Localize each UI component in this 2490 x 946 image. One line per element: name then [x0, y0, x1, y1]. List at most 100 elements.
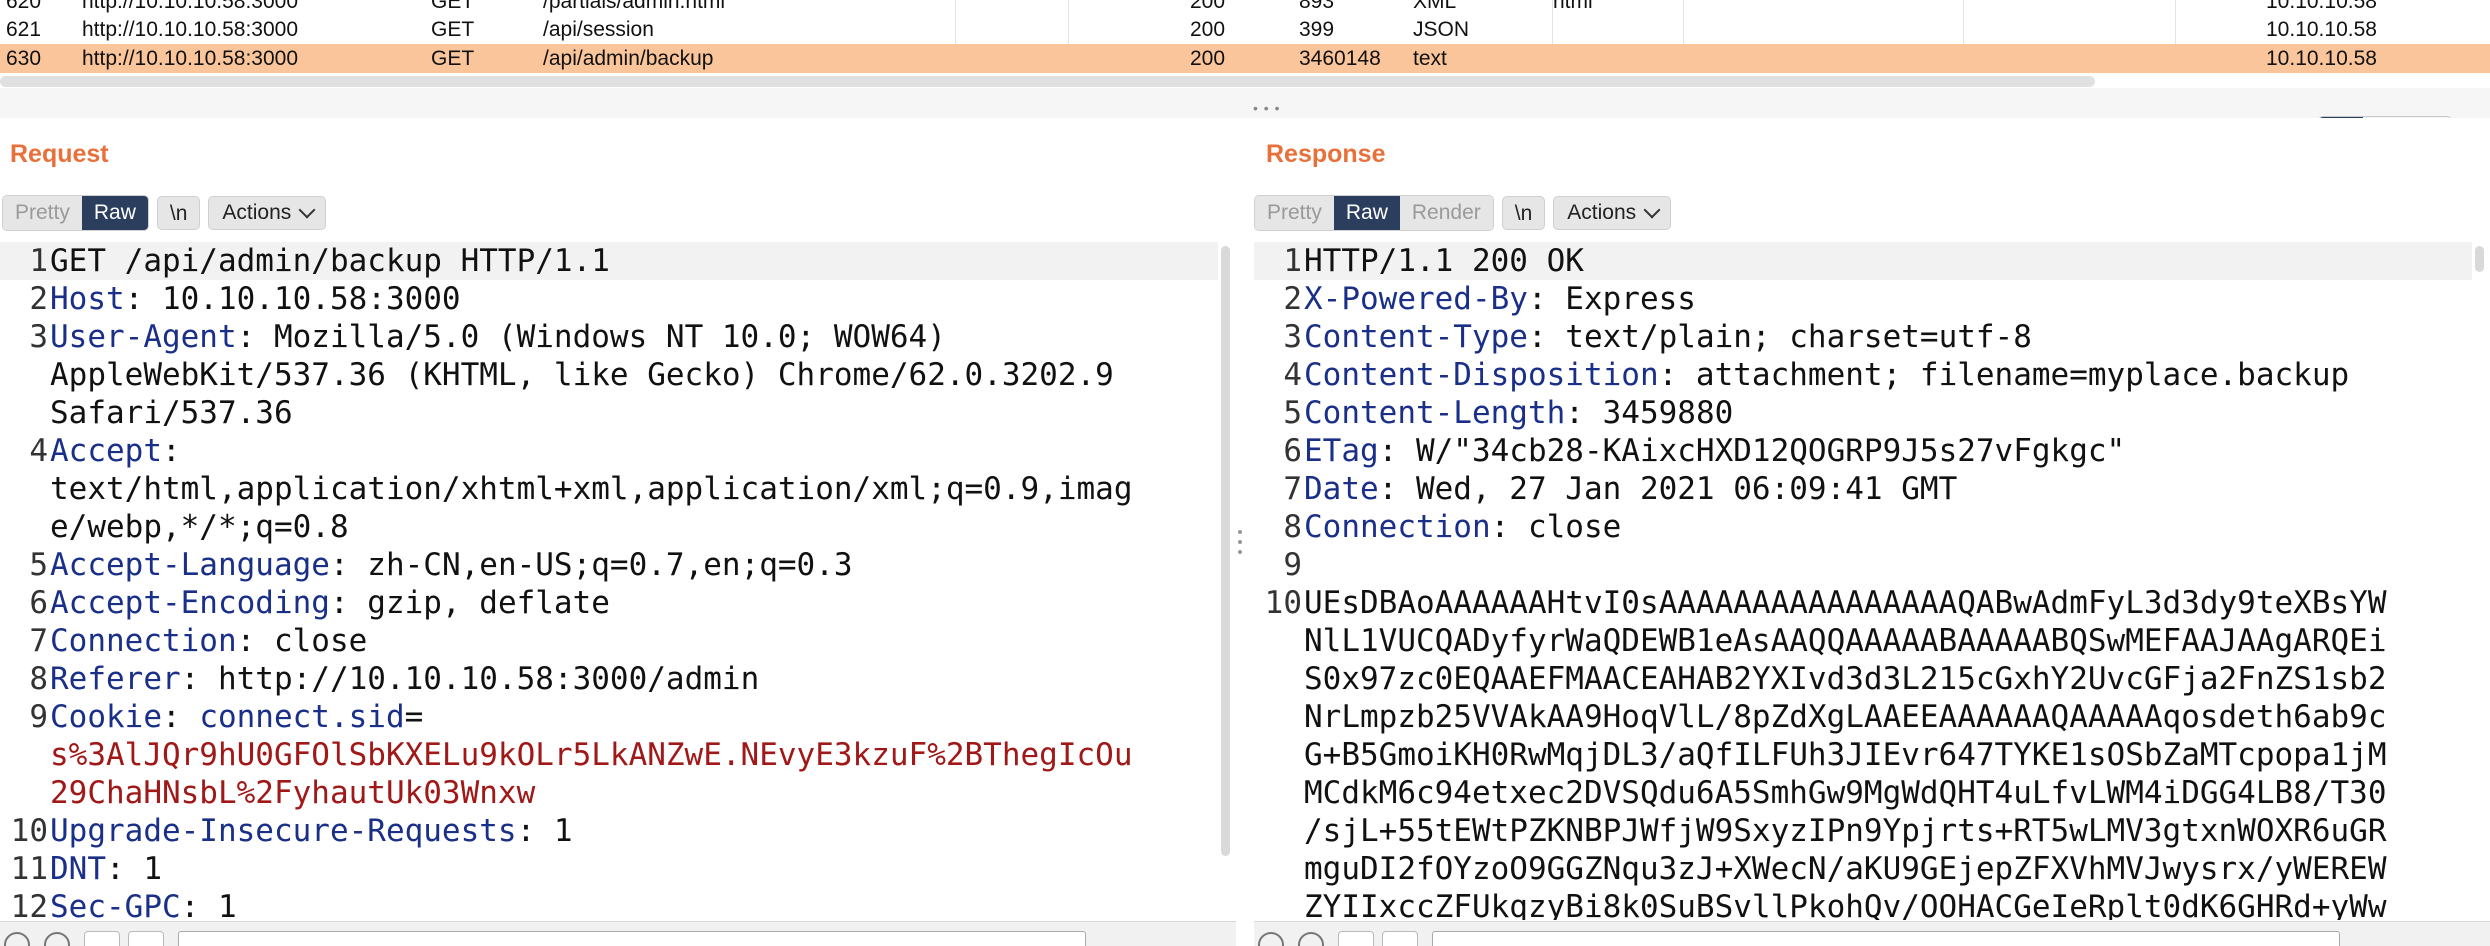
header-name: Connection	[50, 623, 237, 659]
line-content: e/webp,*/*;q=0.8	[50, 508, 349, 546]
line-number	[0, 774, 50, 812]
text-segment: : 3459880	[1565, 395, 1734, 431]
line-content: Upgrade-Insecure-Requests: 1	[50, 812, 573, 850]
header-name: X-Powered-By	[1304, 281, 1528, 317]
text-segment: : 1	[106, 851, 162, 887]
response-title: Response	[1266, 140, 1386, 168]
editor-line: 1 GET /api/admin/backup HTTP/1.1	[0, 242, 1218, 280]
help-icon[interactable]	[4, 932, 30, 946]
splitter-grip-icon[interactable]: • • •	[1253, 100, 1280, 116]
request-search-bar	[0, 921, 1236, 946]
header-name: DNT	[50, 851, 106, 887]
text-segment: : Express	[1527, 281, 1696, 317]
editor-line: 4 Content-Disposition: attachment; filena…	[1254, 356, 2472, 394]
editor-line: 10 UEsDBAoAAAAAAHtvI0sAAAAAAAAAAAAAAAAQAB…	[1254, 584, 2472, 622]
previous-match-button[interactable]	[1338, 931, 1374, 946]
line-number: 6	[29, 585, 48, 621]
cell-length: 399	[1299, 18, 1335, 41]
text-segment: mguDI2fOYzoO9GGZNqu3zJ+XWecN/aKU9GEjepZF…	[1304, 851, 2387, 887]
text-segment: G+B5GmoiKH0RwMqjDL3/aQfILFUh3JIEvr647TYK…	[1304, 737, 2387, 773]
line-number: 5	[1283, 395, 1302, 431]
cell-ip: 10.10.10.58	[2266, 18, 2377, 41]
header-name: Content-Length	[1304, 395, 1566, 431]
tab-pretty[interactable]: Pretty	[1255, 196, 1334, 230]
text-segment: =	[404, 699, 424, 735]
cell-id: 620	[6, 0, 42, 13]
text-segment: : 1	[180, 889, 237, 920]
line-content: X-Powered-By: Express	[1304, 280, 1696, 318]
newline-toggle-button[interactable]: \n	[156, 196, 201, 230]
settings-icon[interactable]	[44, 932, 70, 946]
table-row[interactable]: 620 http://10.10.10.58:3000 GET /partial…	[0, 0, 2490, 16]
tab-render[interactable]: Render	[1399, 196, 1493, 230]
response-editor[interactable]: 1 HTTP/1.1 200 OK 2 X-Powered-By: Express 3 C…	[1254, 242, 2472, 920]
line-content: ETag: W/"34cb28-KAixcHXD12QOGRP9J5s27vFg…	[1304, 432, 2125, 470]
header-name: Accept	[50, 433, 162, 469]
text-segment: text/html,application/xhtml+xml,applicat…	[50, 471, 1133, 507]
text-segment: : close	[236, 623, 368, 659]
previous-match-button[interactable]	[84, 931, 120, 946]
header-name: Accept-Language	[50, 547, 330, 583]
cookie-value: 29ChaHNsbL%2FyhautUk03Wnxw	[50, 775, 536, 811]
line-number: 9	[29, 699, 48, 735]
line-number: 6	[1283, 433, 1302, 469]
response-search-bar	[1254, 921, 2490, 946]
tab-pretty[interactable]: Pretty	[3, 196, 82, 230]
help-icon[interactable]	[1258, 932, 1284, 946]
request-title: Request	[10, 140, 109, 168]
cookie-name: connect.sid	[199, 699, 405, 735]
cell-mime: XML	[1413, 0, 1457, 13]
editor-line: 12 Sec-GPC: 1	[0, 888, 1218, 920]
cell-status: 200	[1190, 18, 1226, 41]
text-segment: UEsDBAoAAAAAAHtvI0sAAAAAAAAAAAAAAAAQABwA…	[1304, 585, 2387, 621]
line-number	[1254, 698, 1304, 736]
tab-raw[interactable]: Raw	[81, 196, 148, 230]
editor-line: Safari/537.36	[0, 394, 1218, 432]
cell-host: http://10.10.10.58:3000	[82, 0, 299, 13]
next-match-button[interactable]	[128, 931, 164, 946]
horizontal-scrollbar[interactable]	[0, 76, 2095, 87]
table-row[interactable]: 621 http://10.10.10.58:3000 GET /api/ses…	[0, 15, 2490, 44]
line-number	[0, 470, 50, 508]
vertical-scrollbar[interactable]	[2475, 246, 2484, 272]
line-content: ZYIIxccZFUkqzyBi8k0SuBSvllPkohQv/OOHACGe…	[1304, 888, 2387, 920]
editor-line: 9 Cookie: connect.sid=	[0, 698, 1218, 736]
request-editor[interactable]: 1 GET /api/admin/backup HTTP/1.1 2 Host: 10…	[0, 242, 1218, 920]
header-name: Date	[1304, 471, 1379, 507]
editor-line: ZYIIxccZFUkqzyBi8k0SuBSvllPkohQv/OOHACGe…	[1254, 888, 2472, 920]
editor-line: /sjL+55tEWtPZKNBPJWfjW9SxyzIPn9Ypjrts+RT…	[1254, 812, 2472, 850]
editor-line: text/html,application/xhtml+xml,applicat…	[0, 470, 1218, 508]
text-segment: : 10.10.10.58:3000	[124, 281, 461, 317]
line-content: 29ChaHNsbL%2FyhautUk03Wnxw	[50, 774, 535, 812]
search-input[interactable]	[1432, 931, 2340, 946]
editor-line: 10 Upgrade-Insecure-Requests: 1	[0, 812, 1218, 850]
search-input[interactable]	[178, 931, 1086, 946]
line-number: 10	[1264, 585, 1302, 621]
actions-dropdown[interactable]: Actions	[208, 196, 327, 230]
header-name: Content-Disposition	[1304, 357, 1659, 393]
line-number: 2	[29, 281, 48, 317]
vertical-splitter-grip-icon[interactable]	[1236, 530, 1244, 560]
next-match-button[interactable]	[1382, 931, 1418, 946]
text-segment: MCdkM6c94etxec2DVSQdu6A5SmhGw9MgWdQHT4uL…	[1304, 775, 2387, 811]
line-content: Connection: close	[1304, 508, 1621, 546]
header-name: Upgrade-Insecure-Requests	[50, 813, 517, 849]
line-content: Referer: http://10.10.10.58:3000/admin	[50, 660, 759, 698]
newline-toggle-button[interactable]: \n	[1501, 196, 1546, 230]
vertical-scrollbar[interactable]	[1221, 246, 1230, 856]
tab-raw[interactable]: Raw	[1333, 196, 1400, 230]
editor-line: 8 Referer: http://10.10.10.58:3000/admin	[0, 660, 1218, 698]
text-segment: ZYIIxccZFUkqzyBi8k0SuBSvllPkohQv/OOHACGe…	[1304, 889, 2387, 920]
actions-dropdown[interactable]: Actions	[1553, 196, 1672, 230]
settings-icon[interactable]	[1298, 932, 1324, 946]
line-content: AppleWebKit/537.36 (KHTML, like Gecko) C…	[50, 356, 1114, 394]
cell-host: http://10.10.10.58:3000	[82, 18, 299, 41]
editor-line: 11 DNT: 1	[0, 850, 1218, 888]
text-segment: AppleWebKit/537.36 (KHTML, like Gecko) C…	[50, 357, 1114, 393]
line-number	[0, 508, 50, 546]
line-content: Content-Disposition: attachment; filenam…	[1304, 356, 2349, 394]
line-number: 3	[1283, 319, 1302, 355]
http-history-table: 620 http://10.10.10.58:3000 GET /partial…	[0, 0, 2490, 88]
pane-splitter[interactable]	[0, 88, 2490, 118]
table-row[interactable]: 630 http://10.10.10.58:3000 GET /api/adm…	[0, 44, 2490, 73]
